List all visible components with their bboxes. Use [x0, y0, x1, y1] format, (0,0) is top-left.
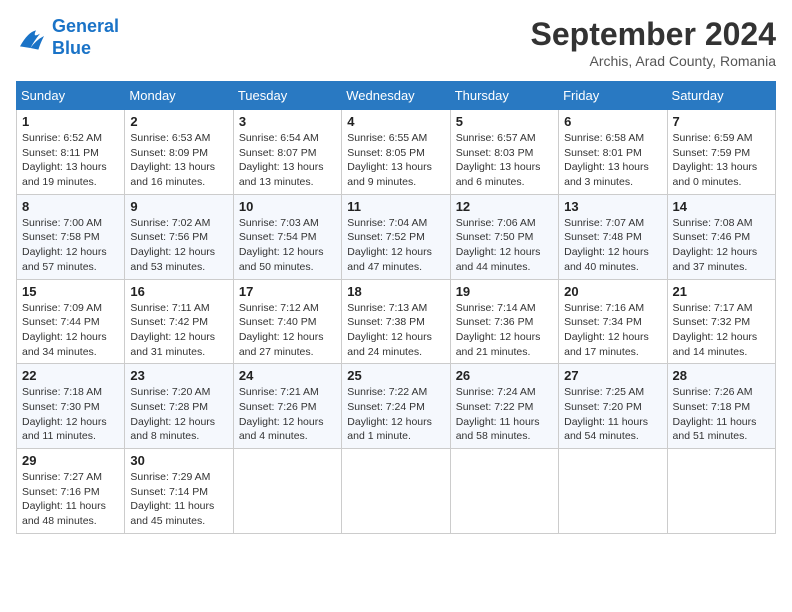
table-row: 27Sunrise: 7:25 AMSunset: 7:20 PMDayligh…: [559, 364, 667, 449]
table-row: 23Sunrise: 7:20 AMSunset: 7:28 PMDayligh…: [125, 364, 233, 449]
table-row: 8Sunrise: 7:00 AMSunset: 7:58 PMDaylight…: [17, 194, 125, 279]
location: Archis, Arad County, Romania: [531, 53, 776, 69]
logo-text: General Blue: [52, 16, 119, 59]
table-row: 7Sunrise: 6:59 AMSunset: 7:59 PMDaylight…: [667, 110, 775, 195]
table-row: 2Sunrise: 6:53 AMSunset: 8:09 PMDaylight…: [125, 110, 233, 195]
table-row: 1Sunrise: 6:52 AMSunset: 8:11 PMDaylight…: [17, 110, 125, 195]
table-row: 20Sunrise: 7:16 AMSunset: 7:34 PMDayligh…: [559, 279, 667, 364]
calendar-week-2: 8Sunrise: 7:00 AMSunset: 7:58 PMDaylight…: [17, 194, 776, 279]
table-row: 5Sunrise: 6:57 AMSunset: 8:03 PMDaylight…: [450, 110, 558, 195]
table-row: 24Sunrise: 7:21 AMSunset: 7:26 PMDayligh…: [233, 364, 341, 449]
header-thursday: Thursday: [450, 82, 558, 110]
table-row: 10Sunrise: 7:03 AMSunset: 7:54 PMDayligh…: [233, 194, 341, 279]
logo-blue: Blue: [52, 38, 119, 60]
table-row: 11Sunrise: 7:04 AMSunset: 7:52 PMDayligh…: [342, 194, 450, 279]
page-header: General Blue September 2024 Archis, Arad…: [16, 16, 776, 69]
calendar-week-4: 22Sunrise: 7:18 AMSunset: 7:30 PMDayligh…: [17, 364, 776, 449]
header-wednesday: Wednesday: [342, 82, 450, 110]
table-row: 25Sunrise: 7:22 AMSunset: 7:24 PMDayligh…: [342, 364, 450, 449]
table-row: 28Sunrise: 7:26 AMSunset: 7:18 PMDayligh…: [667, 364, 775, 449]
table-row: 26Sunrise: 7:24 AMSunset: 7:22 PMDayligh…: [450, 364, 558, 449]
table-row: 19Sunrise: 7:14 AMSunset: 7:36 PMDayligh…: [450, 279, 558, 364]
table-row: 6Sunrise: 6:58 AMSunset: 8:01 PMDaylight…: [559, 110, 667, 195]
calendar-week-3: 15Sunrise: 7:09 AMSunset: 7:44 PMDayligh…: [17, 279, 776, 364]
table-row: [559, 449, 667, 534]
table-row: 29Sunrise: 7:27 AMSunset: 7:16 PMDayligh…: [17, 449, 125, 534]
table-row: 16Sunrise: 7:11 AMSunset: 7:42 PMDayligh…: [125, 279, 233, 364]
header-monday: Monday: [125, 82, 233, 110]
logo-general: General: [52, 16, 119, 36]
table-row: 18Sunrise: 7:13 AMSunset: 7:38 PMDayligh…: [342, 279, 450, 364]
header-friday: Friday: [559, 82, 667, 110]
table-row: [450, 449, 558, 534]
calendar-table: Sunday Monday Tuesday Wednesday Thursday…: [16, 81, 776, 534]
calendar-week-1: 1Sunrise: 6:52 AMSunset: 8:11 PMDaylight…: [17, 110, 776, 195]
calendar-header-row: Sunday Monday Tuesday Wednesday Thursday…: [17, 82, 776, 110]
table-row: 14Sunrise: 7:08 AMSunset: 7:46 PMDayligh…: [667, 194, 775, 279]
table-row: 3Sunrise: 6:54 AMSunset: 8:07 PMDaylight…: [233, 110, 341, 195]
month-year: September 2024: [531, 16, 776, 53]
header-saturday: Saturday: [667, 82, 775, 110]
table-row: 4Sunrise: 6:55 AMSunset: 8:05 PMDaylight…: [342, 110, 450, 195]
table-row: 30Sunrise: 7:29 AMSunset: 7:14 PMDayligh…: [125, 449, 233, 534]
table-row: 22Sunrise: 7:18 AMSunset: 7:30 PMDayligh…: [17, 364, 125, 449]
table-row: 17Sunrise: 7:12 AMSunset: 7:40 PMDayligh…: [233, 279, 341, 364]
logo: General Blue: [16, 16, 119, 59]
table-row: [667, 449, 775, 534]
calendar-week-5: 29Sunrise: 7:27 AMSunset: 7:16 PMDayligh…: [17, 449, 776, 534]
table-row: [342, 449, 450, 534]
table-row: 15Sunrise: 7:09 AMSunset: 7:44 PMDayligh…: [17, 279, 125, 364]
table-row: 13Sunrise: 7:07 AMSunset: 7:48 PMDayligh…: [559, 194, 667, 279]
table-row: 12Sunrise: 7:06 AMSunset: 7:50 PMDayligh…: [450, 194, 558, 279]
table-row: 9Sunrise: 7:02 AMSunset: 7:56 PMDaylight…: [125, 194, 233, 279]
table-row: 21Sunrise: 7:17 AMSunset: 7:32 PMDayligh…: [667, 279, 775, 364]
table-row: [233, 449, 341, 534]
header-sunday: Sunday: [17, 82, 125, 110]
header-tuesday: Tuesday: [233, 82, 341, 110]
logo-icon: [16, 24, 48, 52]
title-block: September 2024 Archis, Arad County, Roma…: [531, 16, 776, 69]
